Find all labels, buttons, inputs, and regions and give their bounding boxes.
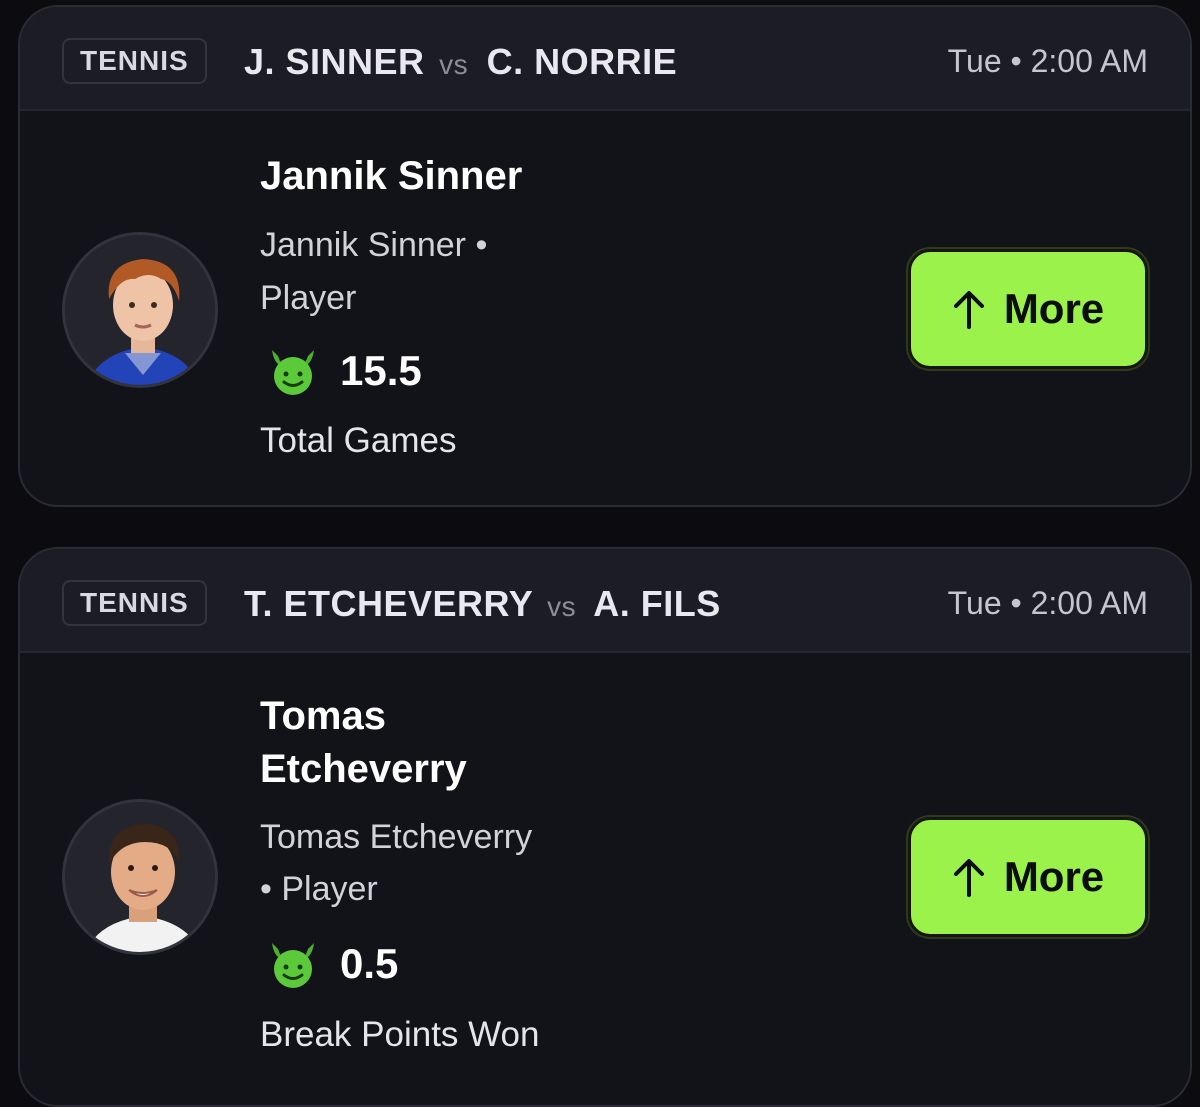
more-button-label: More <box>1003 853 1105 900</box>
matchup-title: J. SINNER vs C. NORRIE <box>244 39 677 88</box>
arrow-up-icon <box>953 291 984 329</box>
vs-label: vs <box>439 49 469 80</box>
prop-card[interactable]: TENNIS J. SINNER vs C. NORRIE Tue • 2:00… <box>18 5 1192 507</box>
player-name-first: Tomas <box>260 694 386 738</box>
player-subtitle: Tomas Etcheverry <box>260 818 533 856</box>
stat-type: Total Games <box>260 421 457 460</box>
line-row: 0.5 <box>266 934 398 994</box>
player-avatar <box>62 232 218 388</box>
prop-card[interactable]: TENNIS T. ETCHEVERRY vs A. FILS Tue • 2:… <box>18 547 1192 1107</box>
vs-label: vs <box>547 591 577 622</box>
matchup-title: T. ETCHEVERRY vs A. FILS <box>244 581 721 630</box>
team-b: A. FILS <box>593 583 721 624</box>
more-button[interactable]: More <box>908 249 1148 369</box>
player-avatar <box>62 799 218 955</box>
more-button[interactable]: More <box>908 817 1148 937</box>
team-a: J. SINNER <box>244 41 425 82</box>
card-header: TENNIS J. SINNER vs C. NORRIE Tue • 2:00… <box>20 7 1190 111</box>
player-role: • Player <box>260 870 378 908</box>
player-subtitle: Jannik Sinner • <box>260 226 488 264</box>
card-header: TENNIS T. ETCHEVERRY vs A. FILS Tue • 2:… <box>20 549 1190 653</box>
smiling-devil-icon <box>272 943 314 988</box>
line-row: 15.5 <box>266 341 422 401</box>
game-time: Tue • 2:00 AM <box>947 43 1148 79</box>
line-value: 15.5 <box>340 347 422 394</box>
line-value: 0.5 <box>340 940 399 987</box>
stat-type: Break Points Won <box>260 1015 540 1054</box>
sport-badge: TENNIS <box>62 580 207 626</box>
team-a: T. ETCHEVERRY <box>244 583 533 624</box>
team-b: C. NORRIE <box>486 41 678 82</box>
player-name-last: Etcheverry <box>260 747 467 791</box>
sport-badge: TENNIS <box>62 38 207 84</box>
game-time: Tue • 2:00 AM <box>947 585 1148 621</box>
player-name: Jannik Sinner <box>260 154 523 198</box>
smiling-devil-icon <box>272 350 314 395</box>
player-role: Player <box>260 279 357 317</box>
arrow-up-icon <box>953 859 984 897</box>
more-button-label: More <box>1003 285 1105 332</box>
